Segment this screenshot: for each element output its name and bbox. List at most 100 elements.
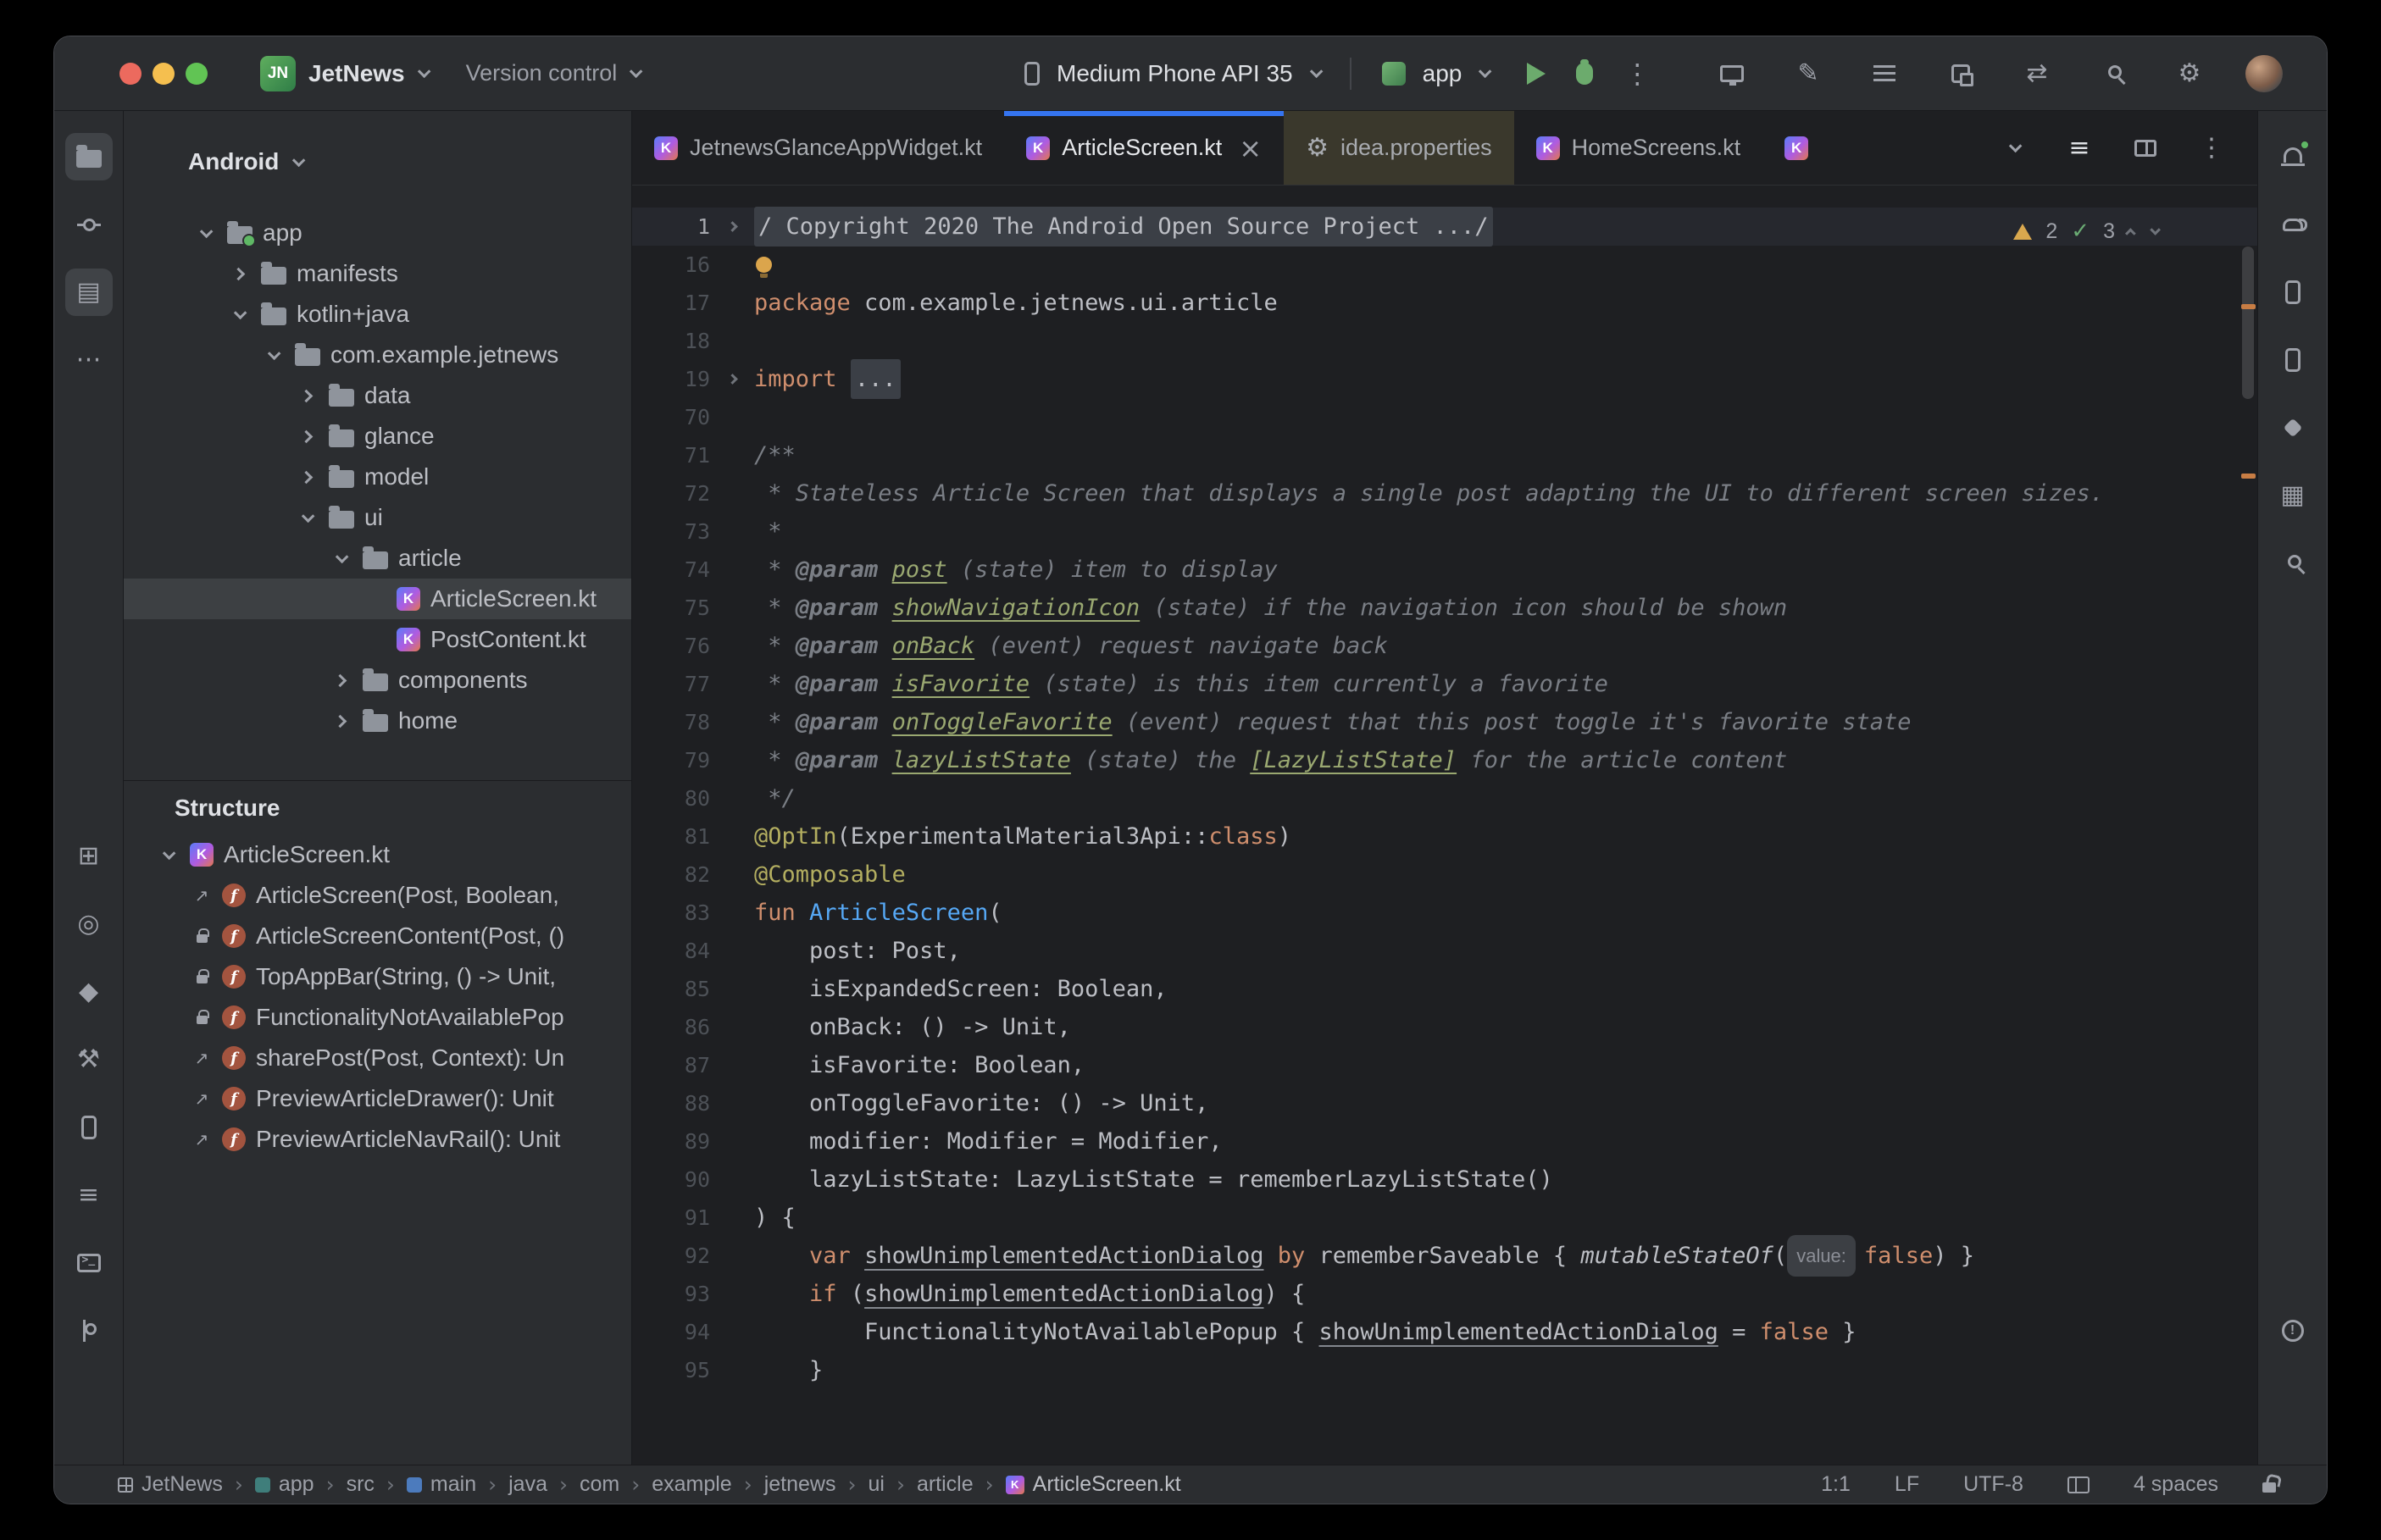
tree-item-com-example-jetnews[interactable]: com.example.jetnews: [124, 335, 631, 375]
structure-panel-header[interactable]: Structure: [124, 780, 631, 834]
breadcrumb-article[interactable]: article: [917, 1472, 974, 1497]
code-line-78[interactable]: 78 * @param onToggleFavorite (event) req…: [632, 703, 2257, 741]
code-line-71[interactable]: 71/**: [632, 436, 2257, 474]
code-line-80[interactable]: 80 */: [632, 779, 2257, 817]
editor-tab-idea-properties[interactable]: ⚙idea.properties: [1284, 111, 1514, 185]
structure-item[interactable]: ↗fPreviewArticleNavRail(): Unit: [124, 1119, 631, 1160]
editor-scrollbar[interactable]: [2239, 186, 2257, 1465]
code-line-91[interactable]: 91) {: [632, 1199, 2257, 1237]
warning-stripe-mark[interactable]: [2241, 304, 2256, 309]
project-button[interactable]: [65, 133, 113, 180]
code-line-17[interactable]: 17package com.example.jetnews.ui.article: [632, 284, 2257, 322]
tree-item-glance[interactable]: glance: [124, 416, 631, 457]
encoding-widget[interactable]: UTF-8: [1963, 1472, 2023, 1497]
structure-root-item[interactable]: K ArticleScreen.kt: [124, 834, 631, 875]
code-line-18[interactable]: 18: [632, 322, 2257, 360]
tree-item-manifests[interactable]: manifests: [124, 253, 631, 294]
code-line-88[interactable]: 88 onToggleFavorite: () -> Unit,: [632, 1084, 2257, 1122]
device-mirror-button[interactable]: [1712, 53, 1752, 94]
plugins-button[interactable]: [1940, 53, 1981, 94]
build-button[interactable]: ⚒: [65, 1036, 113, 1083]
code-line-82[interactable]: 82@Composable: [632, 856, 2257, 894]
structure-item[interactable]: ↗fPreviewArticleDrawer(): Unit: [124, 1078, 631, 1119]
intention-bulb-icon[interactable]: [756, 257, 772, 273]
zoom-window-button[interactable]: [186, 63, 208, 85]
code-line-87[interactable]: 87 isFavorite: Boolean,: [632, 1046, 2257, 1084]
tree-item-data[interactable]: data: [124, 375, 631, 416]
code-line-70[interactable]: 70: [632, 398, 2257, 436]
app-quality-insights-button[interactable]: ◆: [65, 968, 113, 1016]
editor-tab-articlescreen-kt[interactable]: KArticleScreen.kt×: [1004, 111, 1284, 185]
code-line-75[interactable]: 75 * @param showNavigationIcon (state) i…: [632, 589, 2257, 627]
chevron-down-icon[interactable]: [1309, 65, 1323, 79]
code-editor[interactable]: 1/ Copyright 2020 The Android Open Sourc…: [632, 186, 2257, 1465]
code-line-81[interactable]: 81@OptIn(ExperimentalMaterial3Api::class…: [632, 817, 2257, 856]
code-line-16[interactable]: 16: [632, 246, 2257, 284]
settings-button[interactable]: ⚙: [2169, 53, 2210, 94]
code-line-84[interactable]: 84 post: Post,: [632, 932, 2257, 970]
structure-item[interactable]: ↗fArticleScreen(Post, Boolean,: [124, 875, 631, 916]
profiler-button[interactable]: ◎: [65, 900, 113, 948]
line-separator-widget[interactable]: LF: [1895, 1472, 1919, 1497]
search-button[interactable]: [2093, 53, 2134, 94]
device-selector[interactable]: Medium Phone API 35: [1057, 60, 1293, 87]
chevron-down-icon[interactable]: [1479, 65, 1492, 79]
device-file-search-button[interactable]: [2269, 540, 2317, 587]
scrollbar-thumb[interactable]: [2242, 247, 2254, 399]
gemini-button[interactable]: [2269, 404, 2317, 451]
structure-item[interactable]: ↗fsharePost(Post, Context): Un: [124, 1038, 631, 1078]
more-tabs-button[interactable]: ⋮: [2195, 131, 2228, 165]
breadcrumb-jetnews[interactable]: jetnews: [764, 1472, 836, 1497]
tree-item-postcontent-kt[interactable]: KPostContent.kt: [124, 619, 631, 660]
project-widget[interactable]: JN JetNews: [245, 49, 442, 98]
code-line-90[interactable]: 90 lazyListState: LazyListState = rememb…: [632, 1161, 2257, 1199]
tree-item-components[interactable]: components: [124, 660, 631, 701]
editor-layout-icon[interactable]: [2067, 1476, 2090, 1493]
code-line-93[interactable]: 93 if (showUnimplementedActionDialog) {: [632, 1275, 2257, 1313]
breadcrumb-articlescreen-kt[interactable]: KArticleScreen.kt: [1006, 1472, 1181, 1497]
code-line-19[interactable]: 19import ...: [632, 360, 2257, 398]
commit-button[interactable]: [65, 201, 113, 248]
tree-item-app[interactable]: app: [124, 213, 631, 253]
editor-list-button[interactable]: ≡: [2062, 131, 2096, 165]
more-actions-icon[interactable]: ⋮: [1623, 58, 1651, 90]
tree-item-kotlin-java[interactable]: kotlin+java: [124, 294, 631, 335]
code-line-83[interactable]: 83fun ArticleScreen(: [632, 894, 2257, 932]
app-inspection-button[interactable]: ⊞: [65, 833, 113, 880]
device-manager-button[interactable]: [2269, 269, 2317, 316]
inspections-widget[interactable]: 2 ✓ 3: [2013, 213, 2157, 251]
previous-problem-icon[interactable]: [2125, 228, 2136, 239]
split-editor-button[interactable]: [2128, 131, 2162, 165]
terminal-button[interactable]: [65, 1239, 113, 1287]
minimize-window-button[interactable]: [153, 63, 175, 85]
project-view-mode[interactable]: Android: [124, 131, 631, 192]
notifications-button[interactable]: [2269, 133, 2317, 180]
device-explorer-button[interactable]: [65, 1104, 113, 1151]
tree-item-articlescreen-kt[interactable]: KArticleScreen.kt: [124, 579, 631, 619]
running-devices-button[interactable]: [2269, 336, 2317, 384]
debug-button[interactable]: [1576, 63, 1593, 85]
structure-item[interactable]: fArticleScreenContent(Post, (): [124, 916, 631, 956]
layout-inspector-button[interactable]: ▦: [2269, 472, 2317, 519]
breadcrumb-app[interactable]: app: [255, 1472, 314, 1497]
code-line-86[interactable]: 86 onBack: () -> Unit,: [632, 1008, 2257, 1046]
warning-stripe-mark[interactable]: [2241, 474, 2256, 479]
tree-item-model[interactable]: model: [124, 457, 631, 497]
structure-item[interactable]: fTopAppBar(String, () -> Unit,: [124, 956, 631, 997]
breadcrumb-main[interactable]: main: [407, 1472, 476, 1497]
breadcrumb-java[interactable]: java: [508, 1472, 547, 1497]
indent-widget[interactable]: 4 spaces: [2134, 1472, 2218, 1497]
editor-tab-homescreens-kt[interactable]: KHomeScreens.kt: [1514, 111, 1763, 185]
code-line-76[interactable]: 76 * @param onBack (event) request navig…: [632, 627, 2257, 665]
structure-button[interactable]: ▤: [65, 269, 113, 316]
tree-item-home[interactable]: home: [124, 701, 631, 741]
code-line-77[interactable]: 77 * @param isFavorite (state) is this i…: [632, 665, 2257, 703]
editor-tab-jetnewsglanceappwidget-kt[interactable]: KJetnewsGlanceAppWidget.kt: [632, 111, 1004, 185]
code-line-89[interactable]: 89 modifier: Modifier = Modifier,: [632, 1122, 2257, 1161]
toolbar-settings-button[interactable]: [1864, 53, 1905, 94]
gradle-button[interactable]: [2269, 201, 2317, 248]
code-line-94[interactable]: 94 FunctionalityNotAvailablePopup { show…: [632, 1313, 2257, 1351]
code-line-85[interactable]: 85 isExpandedScreen: Boolean,: [632, 970, 2257, 1008]
logcat-button[interactable]: ≡: [65, 1172, 113, 1219]
run-button[interactable]: [1527, 63, 1546, 85]
